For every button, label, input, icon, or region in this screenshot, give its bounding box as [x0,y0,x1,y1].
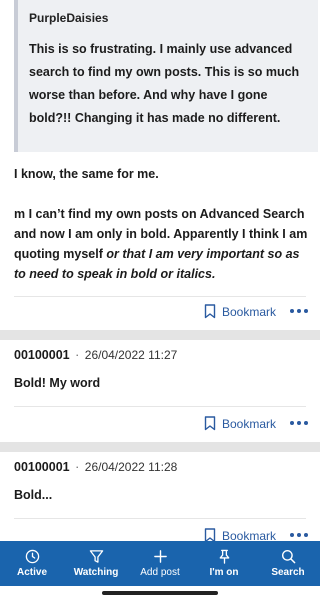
post-date[interactable]: 26/04/2022 11:28 [85,460,178,474]
plus-icon [153,550,167,563]
post-card: 00100001 · 26/04/2022 11:27 Bold! My wor… [0,340,320,442]
nav-search[interactable]: Search [256,541,320,586]
bookmark-icon [204,304,216,319]
divider [14,296,306,297]
nav-label: Watching [73,567,119,578]
more-dots-icon[interactable] [290,532,308,539]
post-card: 00100001 · 26/04/2022 11:28 Bold... Book… [0,452,320,543]
post-body: I know, the same for me. m I can’t find … [14,164,314,284]
nav-label: Search [271,567,305,578]
divider [14,406,306,407]
username[interactable]: 00100001 [14,460,70,474]
bookmark-label: Bookmark [221,416,276,431]
home-indicator-area [0,586,320,600]
bookmark-label: Bookmark [221,304,276,319]
filter-funnel-icon [89,550,103,563]
more-dots-icon[interactable] [290,420,308,427]
post-header: 00100001 · 26/04/2022 11:27 [14,348,177,362]
divider [14,518,306,519]
nav-watching[interactable]: Watching [64,541,128,586]
bookmark-button[interactable]: Bookmark [204,304,276,319]
search-icon [281,549,295,564]
post-actions: Bookmark [204,304,308,319]
more-dots-icon[interactable] [290,308,308,315]
username[interactable]: 00100001 [14,348,70,362]
nav-label: I'm on [209,567,239,578]
quote-block: PurpleDaisies This is so frustrating. I … [14,0,318,152]
bookmark-icon [204,416,216,431]
post-text: Bold! My word [14,376,101,390]
nav-label: Active [16,567,47,578]
post-paragraph: I know, the same for me. [14,167,159,181]
post-actions: Bookmark [204,416,308,431]
home-indicator[interactable] [102,591,218,595]
clock-icon [25,549,39,564]
nav-active[interactable]: Active [0,541,64,586]
nav-im-on[interactable]: I'm on [192,541,256,586]
post-card: PurpleDaisies This is so frustrating. I … [0,0,320,330]
bottom-nav: Active Watching Add post I'm on Search [0,541,320,586]
post-header: 00100001 · 26/04/2022 11:28 [14,460,177,474]
nav-add-post[interactable]: Add post [128,541,192,586]
separator: · [75,348,80,362]
post-paragraph: m I can’t find my own posts on Advanced … [14,204,314,284]
bookmark-button[interactable]: Bookmark [204,416,276,431]
post-date[interactable]: 26/04/2022 11:27 [85,348,178,362]
separator: · [75,460,80,474]
nav-label: Add post [140,567,180,578]
pin-icon [219,549,229,564]
post-text: Bold... [14,488,53,502]
quote-text: This is so frustrating. I mainly use adv… [29,42,300,125]
quote-author[interactable]: PurpleDaisies [29,11,306,25]
